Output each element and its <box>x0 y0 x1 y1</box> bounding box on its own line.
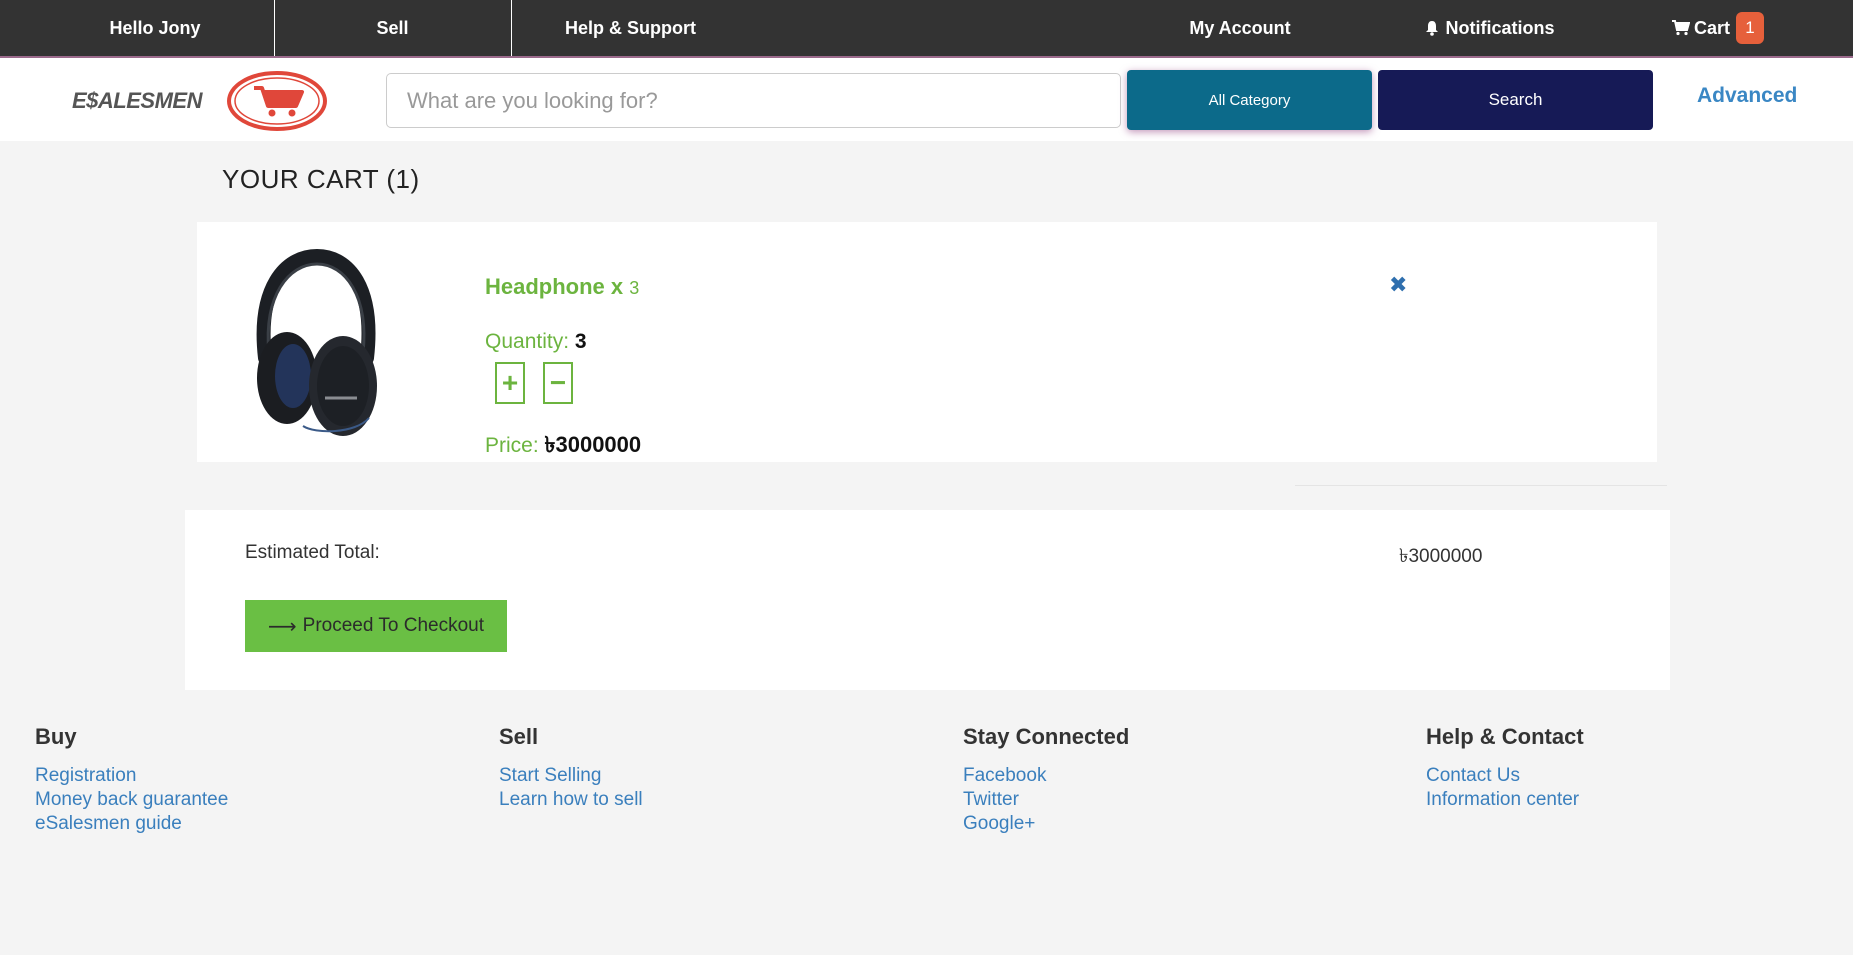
increase-quantity-button[interactable]: + <box>495 362 525 404</box>
footer-help-column: Help & Contact Contact Us Information ce… <box>1426 724 1584 812</box>
category-dropdown[interactable]: All Category <box>1127 70 1372 130</box>
footer-sell-column: Sell Start Selling Learn how to sell <box>499 724 643 812</box>
logo-cart-icon[interactable] <box>226 70 328 132</box>
footer-link-facebook[interactable]: Facebook <box>963 764 1129 788</box>
arrow-right-icon: ⟶ <box>268 615 297 638</box>
sell-link[interactable]: Sell <box>310 0 475 56</box>
divider <box>1295 485 1667 486</box>
footer-heading: Help & Contact <box>1426 724 1584 749</box>
item-name[interactable]: Headphone x 3 <box>485 274 639 300</box>
item-multiplier: 3 <box>629 278 640 298</box>
price-value: ৳3000000 <box>544 432 642 457</box>
bottom-strip <box>0 955 1853 979</box>
quantity-value: 3 <box>574 330 587 353</box>
price-row: Price: ৳3000000 <box>485 428 641 465</box>
quantity-label: Quantity: <box>485 330 570 353</box>
footer-link-start-selling[interactable]: Start Selling <box>499 764 643 788</box>
search-input[interactable] <box>386 73 1121 128</box>
footer-connected-column: Stay Connected Facebook Twitter Google+ <box>963 724 1129 836</box>
footer-link-info-center[interactable]: Information center <box>1426 788 1584 812</box>
cart-icon <box>1671 20 1690 36</box>
page-title: YOUR CART (1) <box>222 164 420 194</box>
checkout-label: Proceed To Checkout <box>302 615 484 636</box>
nav-separator <box>274 0 275 56</box>
footer-link-googleplus[interactable]: Google+ <box>963 812 1129 836</box>
totals-panel: Estimated Total: ৳3000000 ⟶ Proceed To C… <box>185 510 1670 690</box>
cart-link[interactable]: Cart 1 <box>1668 0 1768 56</box>
cart-count-badge: 1 <box>1736 12 1764 44</box>
footer-link-contact[interactable]: Contact Us <box>1426 764 1584 788</box>
cart-label: Cart <box>1693 17 1730 38</box>
quantity-row: Quantity: 3 <box>485 330 587 354</box>
footer-link-money-back[interactable]: Money back guarantee <box>35 788 228 812</box>
footer-heading: Sell <box>499 724 539 749</box>
footer-link-learn-sell[interactable]: Learn how to sell <box>499 788 643 812</box>
greeting-link[interactable]: Hello Jony <box>70 0 240 56</box>
notifications-label: Notifications <box>1445 17 1555 38</box>
estimated-total-value: ৳3000000 <box>1399 546 1483 567</box>
footer-link-guide[interactable]: eSalesmen guide <box>35 812 228 836</box>
search-button[interactable]: Search <box>1378 70 1653 130</box>
nav-separator <box>511 0 512 56</box>
proceed-to-checkout-button[interactable]: ⟶ Proceed To Checkout <box>245 600 507 652</box>
footer-link-registration[interactable]: Registration <box>35 764 228 788</box>
footer-link-twitter[interactable]: Twitter <box>963 788 1129 812</box>
top-navbar: Hello Jony Sell Help & Support My Accoun… <box>0 0 1853 58</box>
item-name-text: Headphone x <box>485 274 624 299</box>
footer-heading: Stay Connected <box>963 724 1130 749</box>
estimated-total-label: Estimated Total: <box>245 542 380 563</box>
my-account-link[interactable]: My Account <box>1180 0 1300 56</box>
footer-heading: Buy <box>35 724 77 749</box>
headphone-image[interactable] <box>245 248 385 438</box>
advanced-search-link[interactable]: Advanced <box>1697 84 1797 108</box>
notifications-link[interactable]: Notifications <box>1405 0 1575 56</box>
price-label: Price: <box>485 434 539 457</box>
help-support-link[interactable]: Help & Support <box>548 0 713 56</box>
decrease-quantity-button[interactable]: − <box>543 362 573 404</box>
site-logo-text[interactable]: E$ALESMEN <box>72 88 202 114</box>
remove-item-icon[interactable]: ✖ <box>1389 272 1407 298</box>
bell-icon <box>1426 21 1439 36</box>
cart-item: Headphone x 3 Quantity: 3 + − Price: ৳30… <box>197 222 1657 462</box>
search-header: E$ALESMEN All Category Search Advanced <box>0 58 1853 141</box>
footer-buy-column: Buy Registration Money back guarantee eS… <box>35 724 228 836</box>
